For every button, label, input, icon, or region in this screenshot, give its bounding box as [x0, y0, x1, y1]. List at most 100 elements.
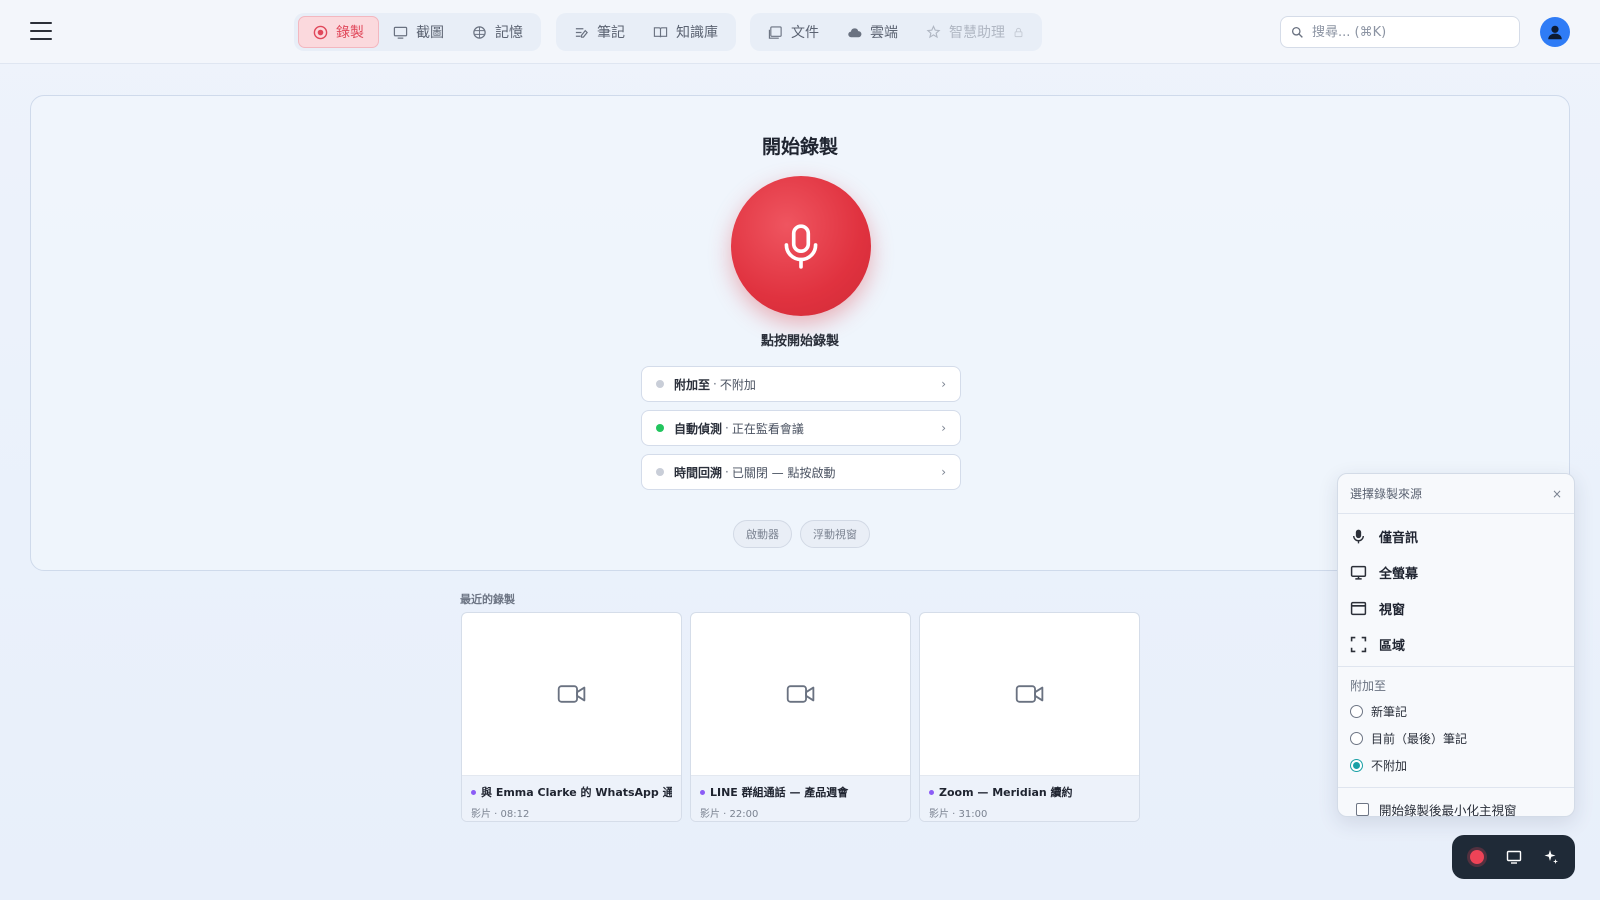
start-recording-label: 點按開始錄製 [760, 334, 839, 349]
tab-record[interactable]: 錄製 [298, 16, 379, 48]
tab-notes[interactable]: 筆記 [560, 16, 639, 48]
launcher-button[interactable]: 啟動器 [733, 520, 792, 548]
tab-knowledge-base-label: 知識庫 [676, 25, 718, 41]
chevron-right-icon: › [941, 377, 946, 391]
attach-to-option[interactable]: 附加至 · 不附加 › [641, 366, 961, 402]
tab-assistant-label: 智慧助理 [949, 25, 1005, 41]
source-audio-only[interactable]: 僅音訊 [1338, 518, 1574, 554]
tab-documents[interactable]: 文件 [754, 16, 833, 48]
recording-card[interactable]: LINE 群組通話 — 產品週會 影片 · 22:00 [690, 612, 911, 822]
minimize-after-record-option[interactable]: 開始錄製後最小化主視窗 [1338, 788, 1574, 830]
type-dot [700, 789, 705, 795]
window-icon [1350, 601, 1367, 615]
screenshot-icon [1506, 850, 1521, 864]
attach-to-title: 附加至 [1350, 679, 1387, 693]
source-label: 僅音訊 [1379, 530, 1419, 546]
radio-label: 不附加 [1371, 759, 1408, 773]
option-key: 時間回溯 [674, 465, 723, 480]
option-value: 正在監看會議 [731, 421, 804, 436]
recording-meta: 影片 · 31:00 [929, 809, 988, 820]
source-region[interactable]: 區域 [1338, 626, 1574, 662]
attach-current-note[interactable]: 目前（最後）筆記 [1338, 725, 1574, 752]
menu-icon[interactable] [30, 22, 52, 42]
chevron-right-icon: › [941, 421, 946, 435]
nav-group-capture: 錄製 截圖 記憶 [294, 13, 541, 51]
tab-cloud[interactable]: 雲端 [833, 16, 912, 48]
nav-group-files: 文件 雲端 智慧助理 [750, 13, 1042, 51]
auto-detect-option[interactable]: 自動偵測 · 正在監看會議 › [641, 410, 961, 446]
radio-button[interactable] [1350, 759, 1363, 772]
video-camera-icon [1015, 685, 1043, 703]
search-box[interactable] [1280, 16, 1520, 48]
recording-name: 與 Emma Clarke 的 WhatsApp 通話 [481, 786, 672, 799]
region-icon [1350, 636, 1367, 652]
option-key: 自動偵測 [674, 421, 723, 436]
checkbox-label: 開始錄製後最小化主視窗 [1379, 802, 1517, 818]
tab-screenshot[interactable]: 截圖 [379, 16, 458, 48]
microphone-icon [1353, 529, 1364, 543]
option-value: 已關閉 — 點按啟動 [731, 465, 836, 480]
dock-assistant-button[interactable] [1537, 843, 1565, 871]
recording-meta: 影片 · 08:12 [471, 809, 530, 820]
tab-memory[interactable]: 記憶 [458, 16, 537, 48]
option-key: 附加至 [674, 377, 711, 392]
type-dot [929, 789, 934, 795]
source-full-screen[interactable]: 全螢幕 [1338, 554, 1574, 590]
source-window[interactable]: 視窗 [1338, 590, 1574, 626]
floating-dock [1452, 835, 1575, 879]
recording-card[interactable]: 與 Emma Clarke 的 WhatsApp 通話 影片 · 08:12 [461, 612, 682, 822]
dock-record-button[interactable] [1463, 843, 1491, 871]
time-rewind-option[interactable]: 時間回溯 · 已關閉 — 點按啟動 › [641, 454, 961, 490]
recording-thumbnail [462, 613, 681, 776]
memory-icon [473, 25, 486, 39]
attach-new-note[interactable]: 新筆記 [1338, 698, 1574, 725]
video-camera-icon [557, 685, 585, 703]
screenshot-icon [393, 26, 408, 39]
avatar[interactable] [1540, 17, 1570, 47]
tab-documents-label: 文件 [791, 25, 819, 41]
tab-record-label: 錄製 [336, 25, 364, 41]
close-icon[interactable]: × [1552, 487, 1562, 501]
assistant-icon [926, 24, 941, 38]
page-title: 開始錄製 [761, 136, 838, 158]
top-bar: 錄製 截圖 記憶 筆記 知識庫 文件 雲端 智慧助理 搜尋... (⌘K) [0, 0, 1600, 64]
status-dot [656, 380, 664, 388]
recording-card[interactable]: Zoom — Meridian 續約 影片 · 31:00 [919, 612, 1140, 822]
book-icon [653, 26, 668, 37]
video-camera-icon [786, 685, 814, 703]
record-icon [313, 25, 328, 39]
chevron-right-icon: › [941, 465, 946, 479]
monitor-icon [1350, 565, 1367, 580]
dock-screenshot-button[interactable] [1500, 843, 1528, 871]
recent-recordings-title: 最近的錄製 [460, 593, 515, 606]
nav-group-notes: 筆記 知識庫 [556, 13, 736, 51]
tab-knowledge-base[interactable]: 知識庫 [639, 16, 732, 48]
tab-cloud-label: 雲端 [870, 25, 898, 41]
radio-button[interactable] [1350, 732, 1363, 745]
source-label: 全螢幕 [1379, 566, 1419, 582]
checkbox[interactable] [1356, 802, 1369, 816]
start-recording-button[interactable] [731, 176, 871, 316]
radio-label: 新筆記 [1371, 705, 1408, 719]
recording-thumbnail [691, 613, 910, 776]
popup-title: 選擇錄製來源 [1350, 487, 1423, 501]
radio-label: 目前（最後）筆記 [1371, 732, 1468, 746]
cloud-icon [848, 27, 862, 37]
documents-icon [768, 25, 782, 39]
floating-window-button[interactable]: 浮動視窗 [800, 520, 870, 548]
recording-source-popup: 選擇錄製來源 × 僅音訊 全螢幕 視窗 區域 附加至 新筆記 目前（最後）筆記 … [1337, 473, 1575, 818]
tab-notes-label: 筆記 [597, 25, 625, 41]
radio-button[interactable] [1350, 705, 1363, 718]
option-value: 不附加 [719, 377, 756, 392]
attach-none[interactable]: 不附加 [1338, 752, 1574, 779]
recording-thumbnail [920, 613, 1139, 776]
recording-name: Zoom — Meridian 續約 [939, 786, 1073, 799]
search-input[interactable] [1312, 24, 1502, 40]
tab-assistant[interactable]: 智慧助理 [912, 16, 1038, 48]
recording-meta: 影片 · 22:00 [700, 809, 759, 820]
user-icon [1548, 25, 1562, 40]
sparkle-icon [1544, 850, 1558, 864]
status-dot [656, 468, 664, 476]
search-icon [1291, 26, 1303, 38]
recording-name: LINE 群組通話 — 產品週會 [710, 786, 849, 799]
